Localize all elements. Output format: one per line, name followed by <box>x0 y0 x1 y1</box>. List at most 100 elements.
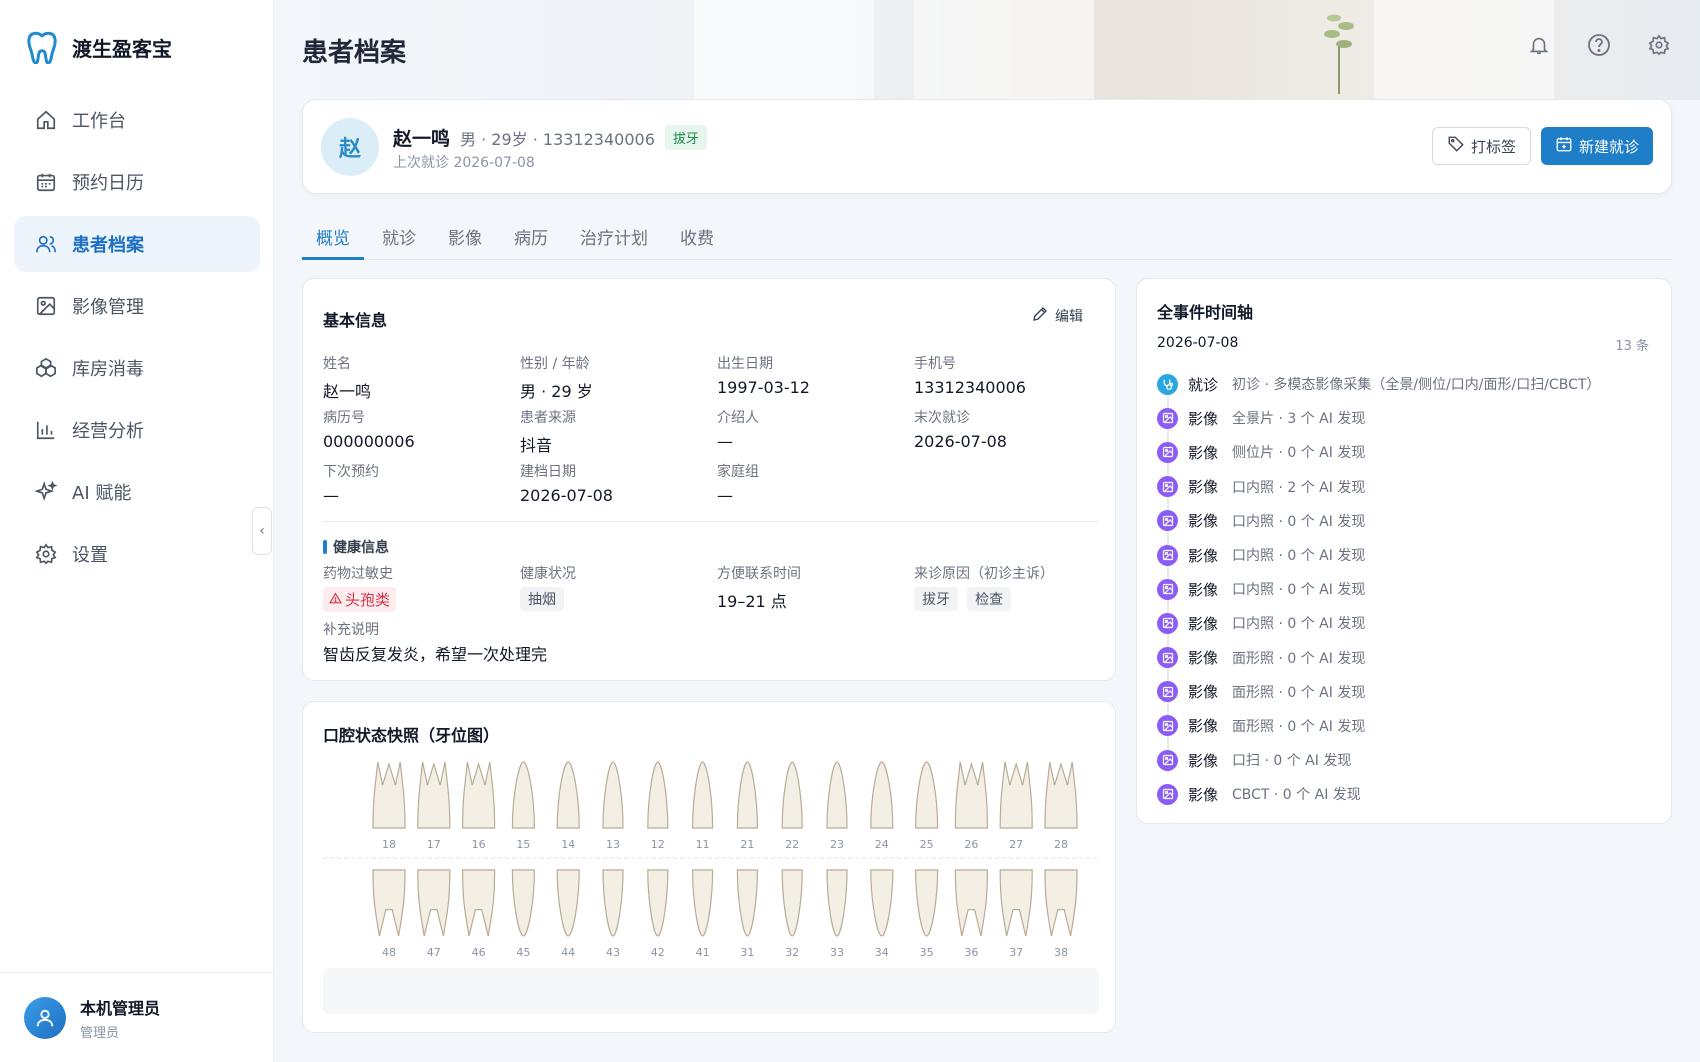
tooth-number: 37 <box>1009 946 1023 958</box>
tooth-28[interactable] <box>1044 761 1078 829</box>
timeline-item[interactable]: 影像 口扫 · 0 个 AI 发现 <box>1157 743 1657 777</box>
timeline-item[interactable]: 就诊 初诊 · 多模态影像采集（全景/侧位/口内/面形/口扫/CBCT） <box>1157 367 1657 401</box>
sidebar-item-warehouse[interactable]: 库房消毒 <box>14 340 260 396</box>
allergy-label: 药物过敏史 <box>323 566 393 582</box>
tooth-32[interactable] <box>781 869 803 937</box>
sidebar-collapse-button[interactable]: ‹ <box>252 507 272 555</box>
tooth-47[interactable] <box>417 869 451 937</box>
sparkle-icon <box>34 480 58 504</box>
info-value: — <box>323 486 339 505</box>
timeline-item[interactable]: 影像 侧位片 · 0 个 AI 发现 <box>1157 435 1657 469</box>
tooth-45[interactable] <box>511 869 536 937</box>
timeline-item[interactable]: 影像 口内照 · 2 个 AI 发现 <box>1157 470 1657 504</box>
tooth-37[interactable] <box>999 869 1033 937</box>
tooth-11[interactable] <box>691 761 714 829</box>
tooth-number: 48 <box>382 946 396 958</box>
tooth-number: 22 <box>785 838 799 851</box>
add-tag-button[interactable]: 打标签 <box>1431 127 1531 165</box>
sidebar-item-workbench[interactable]: 工作台 <box>14 92 260 148</box>
brand[interactable]: 渡生盈客宝 <box>26 30 172 64</box>
patient-avatar: 赵 <box>321 118 379 176</box>
health-grid: 药物过敏史 头孢类 健康状况 抽烟 方便联系时间 19–21 点 来诊原因（初诊… <box>323 563 1113 617</box>
timeline-card: 全事件时间轴 2026-07-08 13 条 就诊 初诊 · 多模态影像采集（全景… <box>1136 278 1672 824</box>
tooth-26[interactable] <box>954 761 989 829</box>
sidebar-item-analytics[interactable]: 经营分析 <box>14 402 260 458</box>
tooth-27[interactable] <box>999 761 1033 829</box>
image-icon <box>34 294 58 318</box>
bell-icon[interactable] <box>1526 32 1552 58</box>
timeline-item[interactable]: 影像 面形照 · 0 个 AI 发现 <box>1157 641 1657 675</box>
tooth-number: 13 <box>606 838 620 851</box>
timeline-item[interactable]: 影像 口内照 · 0 个 AI 发现 <box>1157 572 1657 606</box>
tooth-13[interactable] <box>602 761 624 829</box>
tooth-22[interactable] <box>781 761 803 829</box>
tooth-15[interactable] <box>511 761 536 829</box>
tooth-33[interactable] <box>826 869 848 937</box>
tab-treatment-plan[interactable]: 治疗计划 <box>566 218 662 260</box>
note-value: 智齿反复发炎，希望一次处理完 <box>323 645 548 664</box>
plant-decoration <box>1324 14 1354 94</box>
tooth-25[interactable] <box>914 761 939 829</box>
help-icon[interactable] <box>1586 32 1612 58</box>
tooth-43[interactable] <box>602 869 624 937</box>
tooth-44[interactable] <box>556 869 580 937</box>
tooth-41[interactable] <box>691 869 714 937</box>
tooth-35[interactable] <box>914 869 939 937</box>
info-value: 13312340006 <box>914 378 1026 397</box>
user-profile[interactable]: 本机管理员 管理员 <box>0 972 274 1062</box>
tooth-42[interactable] <box>647 869 669 937</box>
tooth-34[interactable] <box>870 869 894 937</box>
tooth-24[interactable] <box>870 761 894 829</box>
image-icon <box>1157 681 1178 703</box>
timeline-date: 2026-07-08 <box>1157 335 1239 351</box>
tooth-36[interactable] <box>954 869 989 937</box>
tooth-17[interactable] <box>417 761 451 829</box>
timeline-kind: 影像 <box>1188 443 1219 462</box>
edit-button[interactable]: 编辑 <box>1031 305 1083 327</box>
sidebar-item-calendar[interactable]: 预约日历 <box>14 154 260 210</box>
sidebar-item-patients[interactable]: 患者档案 <box>14 216 260 272</box>
calendar-plus-icon <box>1555 135 1573 157</box>
new-visit-button[interactable]: 新建就诊 <box>1540 127 1653 165</box>
timeline-item[interactable]: 影像 口内照 · 0 个 AI 发现 <box>1157 606 1657 640</box>
timeline-list: 就诊 初诊 · 多模态影像采集（全景/侧位/口内/面形/口扫/CBCT） 影像 全景片… <box>1157 367 1657 811</box>
tooth-48[interactable] <box>372 869 406 937</box>
tooth-number: 25 <box>920 838 934 851</box>
timeline-kind: 影像 <box>1188 478 1219 497</box>
tooth-number: 41 <box>696 946 710 958</box>
timeline-item[interactable]: 影像 面形照 · 0 个 AI 发现 <box>1157 709 1657 743</box>
tooth-18[interactable] <box>372 761 406 829</box>
tooth-logo-icon <box>26 30 58 64</box>
bar-chart-icon <box>34 418 58 442</box>
timeline-item[interactable]: 影像 CBCT · 0 个 AI 发现 <box>1157 777 1657 811</box>
sidebar-item-label: 患者档案 <box>72 235 144 256</box>
user-role: 管理员 <box>80 1025 120 1041</box>
tab-visits[interactable]: 就诊 <box>368 218 430 260</box>
timeline-item[interactable]: 影像 口内照 · 0 个 AI 发现 <box>1157 504 1657 538</box>
tooth-12[interactable] <box>647 761 669 829</box>
tooth-21[interactable] <box>736 761 759 829</box>
timeline-text: 口内照 · 0 个 AI 发现 <box>1232 548 1366 565</box>
visit-reason-label: 来诊原因（初诊主诉） <box>914 566 1054 582</box>
tooth-38[interactable] <box>1044 869 1078 937</box>
sidebar-item-imaging[interactable]: 影像管理 <box>14 278 260 334</box>
tooth-number: 12 <box>651 838 665 851</box>
tooth-14[interactable] <box>556 761 580 829</box>
timeline-item[interactable]: 影像 面形照 · 0 个 AI 发现 <box>1157 675 1657 709</box>
tooth-16[interactable] <box>461 761 496 829</box>
tooth-31[interactable] <box>736 869 759 937</box>
sidebar-item-ai[interactable]: AI 赋能 <box>14 464 260 520</box>
timeline-item[interactable]: 影像 全景片 · 3 个 AI 发现 <box>1157 401 1657 435</box>
tab-imaging[interactable]: 影像 <box>434 218 496 260</box>
image-icon <box>1157 407 1178 429</box>
settings-gear-icon[interactable] <box>1646 32 1672 58</box>
avatar <box>24 996 66 1039</box>
sidebar-item-settings[interactable]: 设置 <box>14 526 260 582</box>
timeline-item[interactable]: 影像 口内照 · 0 个 AI 发现 <box>1157 538 1657 572</box>
tab-overview[interactable]: 概览 <box>302 218 364 260</box>
image-icon <box>1157 441 1178 463</box>
tooth-23[interactable] <box>826 761 848 829</box>
tooth-46[interactable] <box>461 869 496 937</box>
tab-billing[interactable]: 收费 <box>666 218 728 260</box>
tab-records[interactable]: 病历 <box>500 218 562 260</box>
